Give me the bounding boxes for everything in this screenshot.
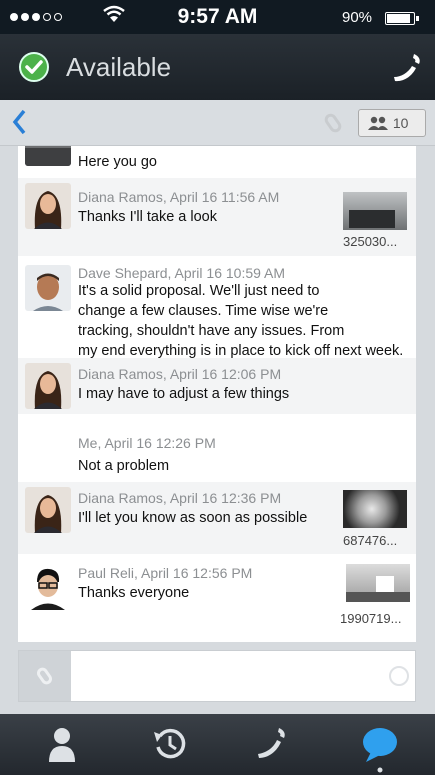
message-item[interactable]: Paul Reli, April 16 12:56 PM Thanks ever… — [18, 556, 416, 636]
attachment-filename[interactable]: 687476... — [343, 533, 397, 548]
emoji-icon[interactable] — [389, 666, 409, 686]
message-text: Thanks everyone — [78, 585, 190, 601]
presence-status[interactable]: Available — [66, 52, 171, 83]
message-sender: Diana Ramos, April 16 11:56 AM — [78, 189, 280, 205]
message-sender: Diana Ramos, April 16 12:36 PM — [78, 490, 282, 506]
message-item[interactable]: Diana Ramos, April 16 12:06 PM I may hav… — [18, 358, 416, 414]
avatar — [25, 564, 71, 610]
attachment-thumbnail[interactable] — [343, 192, 407, 230]
participants-button[interactable]: 10 — [358, 109, 426, 137]
back-button[interactable] — [11, 108, 27, 143]
message-text: Not a problem — [78, 458, 170, 474]
message-item[interactable]: Diana Ramos, April 16 12:36 PM I'll let … — [18, 482, 416, 554]
message-text: I may have to adjust a few things — [78, 386, 290, 402]
phone-icon[interactable] — [390, 51, 424, 85]
conversation-toolbar: 10 — [0, 100, 435, 146]
message-text: Thanks I'll take a look — [78, 209, 217, 225]
attachment-icon[interactable] — [322, 111, 344, 135]
message-text: It's a solid proposal. We'll just need t… — [78, 283, 404, 359]
message-item[interactable]: Dave Shepard, April 16 10:59 AM It's a s… — [18, 258, 416, 359]
attachment-thumbnail[interactable] — [346, 564, 410, 602]
status-bar: 9:57 AM 90% — [0, 0, 435, 34]
chevron-left-icon — [12, 109, 26, 135]
message-sender: Me, April 16 12:26 PM — [78, 435, 216, 451]
tab-chat[interactable] — [350, 714, 410, 775]
attachment-filename[interactable]: 1990719... — [340, 611, 401, 626]
paperclip-icon — [34, 665, 55, 687]
avatar — [25, 183, 71, 229]
message-sender: Paul Reli, April 16 12:56 PM — [78, 565, 253, 581]
chat-icon — [363, 728, 397, 773]
avatar — [25, 363, 71, 409]
avatar — [25, 265, 71, 311]
message-composer — [18, 650, 416, 702]
message-input[interactable] — [71, 651, 415, 701]
message-list[interactable]: Here you go Diana Ramos, April 16 11:56 … — [18, 146, 416, 642]
battery-percent: 90% — [342, 9, 373, 26]
people-icon — [368, 116, 388, 130]
avatar — [25, 146, 71, 166]
message-text: I'll let you know as soon as possible — [78, 510, 308, 526]
participants-count: 10 — [392, 115, 409, 131]
message-item[interactable]: Me, April 16 12:26 PM Not a problem — [18, 416, 416, 480]
attachment-filename[interactable]: 325030... — [343, 234, 397, 249]
message-sender: Dave Shepard, April 16 10:59 AM — [78, 265, 286, 281]
message-item[interactable]: Diana Ramos, April 16 11:56 AM Thanks I'… — [18, 178, 416, 256]
attach-button[interactable] — [19, 651, 71, 701]
phone-icon — [258, 728, 285, 758]
tab-bar — [0, 714, 435, 775]
avatar — [25, 487, 71, 533]
contacts-icon — [49, 728, 75, 762]
tab-history[interactable] — [140, 714, 200, 775]
available-status-icon[interactable] — [19, 52, 49, 82]
header: Available — [0, 34, 435, 100]
tab-calls[interactable] — [242, 714, 302, 775]
history-icon — [154, 728, 186, 759]
battery-icon — [385, 12, 415, 25]
tab-contacts[interactable] — [32, 714, 92, 775]
attachment-thumbnail[interactable] — [343, 490, 407, 528]
message-item[interactable]: Here you go — [18, 146, 416, 176]
message-text: Here you go — [78, 154, 157, 170]
message-sender: Diana Ramos, April 16 12:06 PM — [78, 366, 282, 382]
